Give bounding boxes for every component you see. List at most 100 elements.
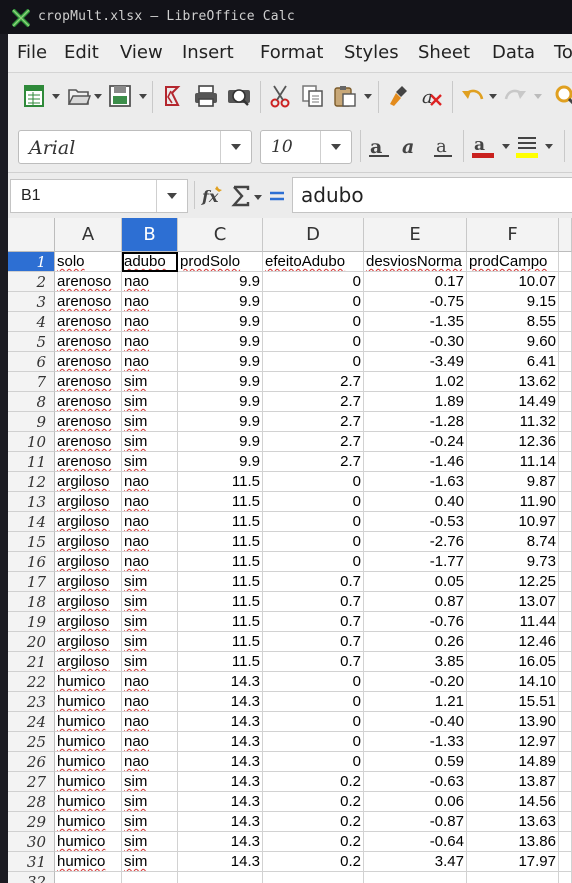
cell[interactable]: nao: [122, 352, 178, 372]
cell[interactable]: 0.17: [364, 272, 467, 292]
italic-icon[interactable]: a: [399, 134, 425, 160]
cell[interactable]: -1.63: [364, 472, 467, 492]
new-dropdown-icon[interactable]: [52, 94, 60, 99]
cell[interactable]: 2.7: [263, 412, 364, 432]
cell[interactable]: sim: [122, 812, 178, 832]
cell[interactable]: 9.9: [178, 272, 263, 292]
cell[interactable]: -0.64: [364, 832, 467, 852]
open-dropdown-icon[interactable]: [94, 94, 102, 99]
cell[interactable]: -1.46: [364, 452, 467, 472]
cell[interactable]: [559, 532, 572, 552]
cell[interactable]: sim: [122, 632, 178, 652]
cell[interactable]: sim: [122, 832, 178, 852]
highlight-color-icon[interactable]: [514, 134, 540, 160]
cell[interactable]: 0.87: [364, 592, 467, 612]
cell[interactable]: 2.7: [263, 392, 364, 412]
cell[interactable]: 0: [263, 472, 364, 492]
cell[interactable]: [559, 472, 572, 492]
cell[interactable]: arenoso: [55, 292, 122, 312]
row-header[interactable]: 14: [8, 512, 55, 532]
font-color-icon[interactable]: a: [470, 134, 496, 160]
row-header[interactable]: 17: [8, 572, 55, 592]
row-header[interactable]: 16: [8, 552, 55, 572]
cell[interactable]: 9.9: [178, 412, 263, 432]
cell[interactable]: [559, 392, 572, 412]
cell[interactable]: 13.87: [467, 772, 559, 792]
cell[interactable]: [559, 452, 572, 472]
font-size-dropdown-icon[interactable]: [320, 131, 351, 163]
cell[interactable]: 11.5: [178, 552, 263, 572]
cell[interactable]: argiloso: [55, 572, 122, 592]
find-replace-icon[interactable]: [553, 83, 572, 109]
cell[interactable]: 0: [263, 552, 364, 572]
cell[interactable]: 9.9: [178, 432, 263, 452]
cell[interactable]: arenoso: [55, 332, 122, 352]
cell[interactable]: argiloso: [55, 492, 122, 512]
row-header[interactable]: 19: [8, 612, 55, 632]
cell[interactable]: [559, 712, 572, 732]
cell[interactable]: [559, 832, 572, 852]
paste-icon[interactable]: [332, 83, 358, 109]
cell[interactable]: -0.24: [364, 432, 467, 452]
row-header[interactable]: 26: [8, 752, 55, 772]
cell[interactable]: [559, 552, 572, 572]
cell[interactable]: 11.5: [178, 592, 263, 612]
cell[interactable]: [559, 352, 572, 372]
cell[interactable]: 11.5: [178, 632, 263, 652]
cell[interactable]: sim: [122, 592, 178, 612]
cell[interactable]: 12.97: [467, 732, 559, 752]
column-header-d[interactable]: D: [263, 218, 364, 252]
cell[interactable]: [467, 872, 559, 883]
cell[interactable]: 11.5: [178, 512, 263, 532]
cell[interactable]: 11.5: [178, 492, 263, 512]
cell[interactable]: efeitoAdubo: [263, 252, 364, 272]
cell[interactable]: 0.2: [263, 852, 364, 872]
cell[interactable]: prodCampo: [467, 252, 559, 272]
cell[interactable]: -1.35: [364, 312, 467, 332]
font-size-box[interactable]: 10: [260, 130, 352, 164]
cell[interactable]: [559, 512, 572, 532]
cell[interactable]: 0.05: [364, 572, 467, 592]
cell[interactable]: 14.3: [178, 852, 263, 872]
cell[interactable]: 2.7: [263, 452, 364, 472]
cell[interactable]: -1.33: [364, 732, 467, 752]
cell[interactable]: [55, 872, 122, 883]
cell[interactable]: 14.3: [178, 792, 263, 812]
cell[interactable]: 13.63: [467, 812, 559, 832]
cell[interactable]: argiloso: [55, 552, 122, 572]
row-header[interactable]: 31: [8, 852, 55, 872]
cell[interactable]: [559, 252, 572, 272]
cell[interactable]: sim: [122, 432, 178, 452]
cell[interactable]: desviosNorma: [364, 252, 467, 272]
row-header[interactable]: 11: [8, 452, 55, 472]
cell[interactable]: [559, 372, 572, 392]
highlight-dropdown-icon[interactable]: [545, 144, 553, 149]
cell[interactable]: 0.26: [364, 632, 467, 652]
cell[interactable]: nao: [122, 492, 178, 512]
cell[interactable]: 8.55: [467, 312, 559, 332]
bold-icon[interactable]: a: [367, 134, 393, 160]
cell[interactable]: humico: [55, 772, 122, 792]
cell[interactable]: 13.90: [467, 712, 559, 732]
cell[interactable]: solo: [55, 252, 122, 272]
cell[interactable]: humico: [55, 752, 122, 772]
cell[interactable]: 6.41: [467, 352, 559, 372]
cell[interactable]: 14.56: [467, 792, 559, 812]
cell[interactable]: 0: [263, 692, 364, 712]
cell[interactable]: arenoso: [55, 432, 122, 452]
cell[interactable]: 14.49: [467, 392, 559, 412]
function-wizard-icon[interactable]: fx: [201, 183, 227, 209]
cell[interactable]: nao: [122, 292, 178, 312]
row-header[interactable]: 30: [8, 832, 55, 852]
cell[interactable]: 14.3: [178, 752, 263, 772]
cell[interactable]: [559, 572, 572, 592]
cell[interactable]: 9.15: [467, 292, 559, 312]
cell[interactable]: 9.9: [178, 372, 263, 392]
cell[interactable]: 0: [263, 752, 364, 772]
cell[interactable]: sim: [122, 392, 178, 412]
cell[interactable]: 1.89: [364, 392, 467, 412]
cell[interactable]: 14.3: [178, 732, 263, 752]
cell[interactable]: 14.3: [178, 672, 263, 692]
name-box[interactable]: B1: [10, 179, 188, 213]
cell[interactable]: -0.87: [364, 812, 467, 832]
